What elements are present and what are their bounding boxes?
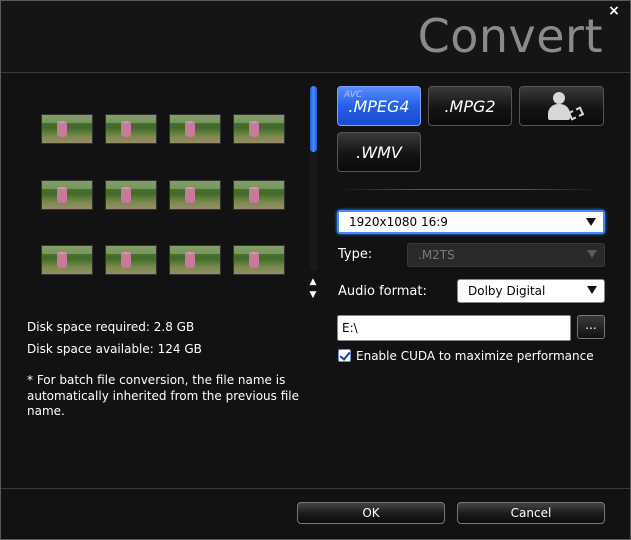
format-mpeg4-button[interactable]: AVC .MPEG4: [337, 86, 421, 126]
avc-tag: AVC: [344, 90, 363, 100]
browse-button[interactable]: ...: [577, 315, 605, 339]
video-thumbnail[interactable]: [169, 245, 221, 275]
type-value: .M2TS: [418, 248, 455, 262]
cancel-button[interactable]: Cancel: [457, 502, 605, 524]
video-thumbnail[interactable]: [105, 245, 157, 275]
resolution-value: 1920x1080 16:9: [349, 215, 448, 229]
format-wmv-label: .WMV: [356, 142, 402, 162]
format-mpg2-label: .MPG2: [444, 96, 496, 116]
video-thumbnail[interactable]: [233, 245, 285, 275]
convert-dialog: Convert × ▲ ▼ Disk space required: 2.8 G…: [0, 0, 631, 540]
cuda-label: Enable CUDA to maximize performance: [356, 349, 594, 363]
format-mpg2-button[interactable]: .MPG2: [428, 86, 512, 126]
video-thumbnail[interactable]: [169, 114, 221, 144]
video-thumbnail[interactable]: [41, 114, 93, 144]
thumbnail-scrollbar[interactable]: [310, 86, 317, 271]
cuda-checkbox[interactable]: [338, 349, 351, 362]
divider: [338, 189, 601, 190]
chevron-down-icon: [586, 218, 596, 226]
dialog-title: Convert: [417, 9, 603, 63]
audio-format-label: Audio format:: [338, 284, 427, 299]
audio-format-select[interactable]: Dolby Digital: [457, 279, 605, 303]
type-label: Type:: [338, 247, 373, 262]
video-thumbnail[interactable]: [105, 180, 157, 210]
resolution-select[interactable]: 1920x1080 16:9: [337, 210, 605, 234]
video-thumbnail[interactable]: [105, 114, 157, 144]
ok-button[interactable]: OK: [297, 502, 445, 524]
disk-space-required: Disk space required: 2.8 GB: [27, 320, 195, 334]
profile-video-button[interactable]: [519, 86, 604, 126]
scrollbar-thumb[interactable]: [310, 86, 317, 152]
video-thumbnail[interactable]: [41, 245, 93, 275]
scroll-down-icon[interactable]: ▼: [307, 290, 319, 300]
disk-space-available: Disk space available: 124 GB: [27, 342, 202, 356]
batch-note: * For batch file conversion, the file na…: [27, 373, 299, 418]
chevron-down-icon: [587, 286, 597, 294]
output-path-input[interactable]: [337, 315, 571, 341]
type-select[interactable]: .M2TS: [407, 243, 605, 267]
scroll-up-icon[interactable]: ▲: [307, 277, 319, 287]
chevron-down-icon: [587, 250, 597, 258]
video-thumbnail[interactable]: [233, 114, 285, 144]
video-thumbnail[interactable]: [41, 180, 93, 210]
audio-format-value: Dolby Digital: [468, 284, 546, 298]
footer-divider: [1, 488, 630, 489]
person-video-icon: [539, 91, 585, 121]
format-wmv-button[interactable]: .WMV: [337, 132, 421, 172]
close-icon[interactable]: ×: [607, 4, 621, 18]
video-thumbnail[interactable]: [169, 180, 221, 210]
title-bar: Convert ×: [1, 1, 630, 73]
video-thumbnail[interactable]: [233, 180, 285, 210]
